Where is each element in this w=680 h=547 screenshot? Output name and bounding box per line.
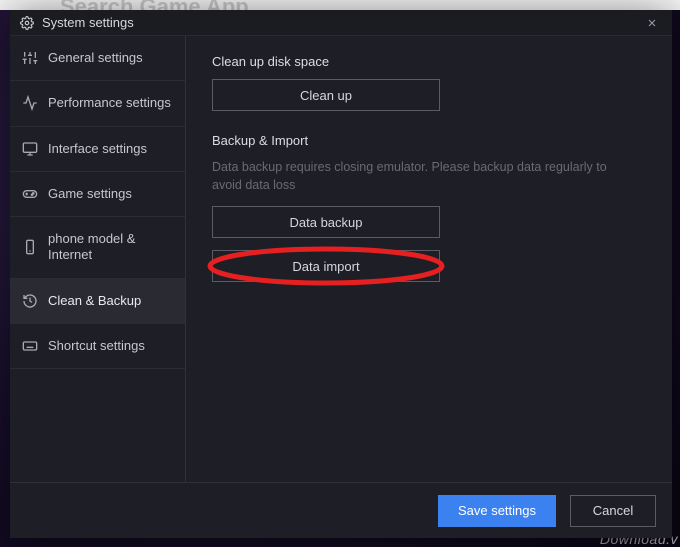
sidebar-item-general[interactable]: General settings [10, 36, 185, 81]
dialog-body: General settings Performance settings In… [10, 36, 672, 482]
sidebar-item-interface[interactable]: Interface settings [10, 127, 185, 172]
activity-icon [22, 95, 38, 111]
data-backup-button[interactable]: Data backup [212, 206, 440, 238]
gear-icon [20, 16, 34, 30]
cancel-button[interactable]: Cancel [570, 495, 656, 527]
monitor-icon [22, 141, 38, 157]
cleanup-button[interactable]: Clean up [212, 79, 440, 111]
sidebar-item-label: phone model & Internet [48, 231, 173, 264]
sidebar-item-label: Interface settings [48, 141, 147, 157]
sidebar-item-label: General settings [48, 50, 143, 66]
smartphone-icon [22, 239, 38, 255]
sidebar-item-game[interactable]: Game settings [10, 172, 185, 217]
backup-section-title: Backup & Import [212, 133, 646, 148]
sidebar-item-phone-model[interactable]: phone model & Internet [10, 217, 185, 279]
sidebar-item-clean-backup[interactable]: Clean & Backup [10, 279, 185, 324]
sidebar-item-performance[interactable]: Performance settings [10, 81, 185, 126]
keyboard-icon [22, 338, 38, 354]
close-icon [646, 17, 658, 29]
sidebar-item-label: Shortcut settings [48, 338, 145, 354]
save-settings-button[interactable]: Save settings [438, 495, 556, 527]
system-settings-dialog: System settings General settings Perform… [10, 10, 672, 538]
sidebar-item-shortcut[interactable]: Shortcut settings [10, 324, 185, 369]
sidebar-item-label: Performance settings [48, 95, 171, 111]
backup-help-text: Data backup requires closing emulator. P… [212, 158, 632, 194]
dialog-title: System settings [42, 15, 134, 30]
background-header-text: Search Game App [60, 0, 249, 10]
history-icon [22, 293, 38, 309]
sidebar-item-label: Game settings [48, 186, 132, 202]
background-app-header: Search Game App [0, 0, 680, 10]
sidebar-item-label: Clean & Backup [48, 293, 141, 309]
data-import-highlight: Data import [212, 250, 440, 282]
dialog-footer: Save settings Cancel [10, 482, 672, 538]
dialog-titlebar: System settings [10, 10, 672, 36]
data-import-button[interactable]: Data import [212, 250, 440, 282]
content-panel: Clean up disk space Clean up Backup & Im… [186, 36, 672, 482]
sliders-icon [22, 50, 38, 66]
close-button[interactable] [640, 13, 664, 33]
settings-sidebar: General settings Performance settings In… [10, 36, 186, 482]
cleanup-section-title: Clean up disk space [212, 54, 646, 69]
gamepad-icon [22, 186, 38, 202]
